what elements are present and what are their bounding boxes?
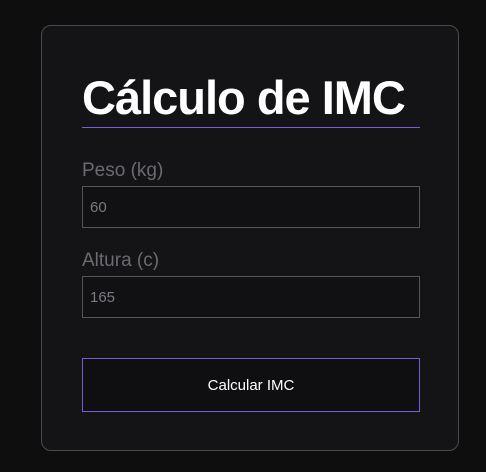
altura-label: Altura (c) <box>82 250 160 271</box>
peso-label: Peso (kg) <box>82 160 164 181</box>
peso-input[interactable] <box>82 186 420 228</box>
calcular-imc-button[interactable]: Calcular IMC <box>82 358 420 412</box>
title-underline <box>82 127 420 128</box>
imc-form-card: Cálculo de IMC Peso (kg) Altura (c) Calc… <box>41 25 459 451</box>
page-title: Cálculo de IMC <box>82 71 406 124</box>
altura-input[interactable] <box>82 276 420 318</box>
